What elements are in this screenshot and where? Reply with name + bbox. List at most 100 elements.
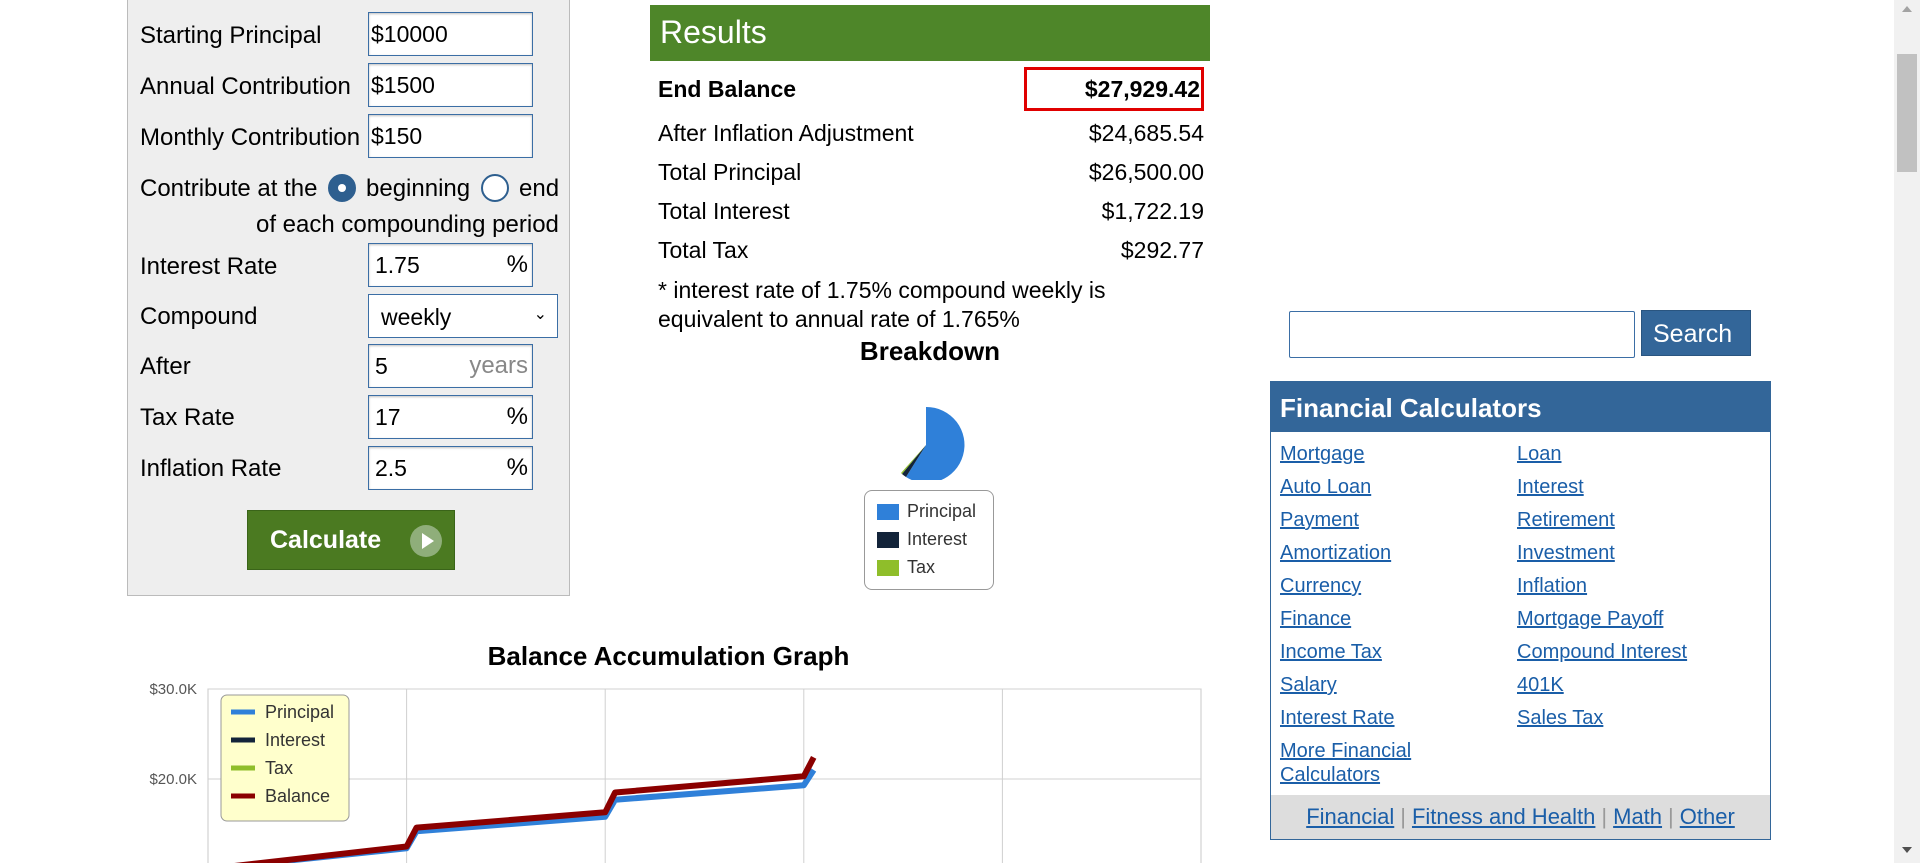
calculator-link[interactable]: Loan <box>1517 442 1562 466</box>
chevron-down-icon: ⌄ <box>533 306 547 323</box>
breakdown-title: Breakdown <box>859 336 1001 366</box>
contribute-at-label: Contribute at the <box>140 175 318 202</box>
legend-label: Interest <box>907 529 968 549</box>
graph-legend: Principal Interest Tax Balance <box>220 694 350 822</box>
compound-select[interactable]: weekly ⌄ <box>368 294 558 338</box>
result-label: Total Principal <box>658 159 802 185</box>
calculator-link[interactable]: Currency <box>1280 574 1361 598</box>
calculator-link[interactable]: Amortization <box>1280 541 1391 565</box>
result-row: Total Tax $292.77 <box>658 237 1204 273</box>
contribute-end-radio[interactable] <box>481 174 509 202</box>
play-icon <box>410 525 442 557</box>
contribute-end-label: end <box>519 175 560 202</box>
result-value: $1,722.19 <box>1101 198 1204 224</box>
annual-contribution-input[interactable]: $1500 <box>368 63 533 107</box>
compound-value: weekly <box>381 304 452 330</box>
search-button[interactable]: Search <box>1641 310 1751 356</box>
percent-unit: % <box>506 403 528 430</box>
calculator-link[interactable]: Compound Interest <box>1517 640 1687 664</box>
calculate-button[interactable]: Calculate <box>247 510 455 570</box>
calculator-link[interactable]: Interest <box>1517 475 1584 499</box>
calculator-form-panel: Starting Principal $10000 Annual Contrib… <box>127 0 570 596</box>
after-years-input[interactable]: 5 years <box>368 344 533 388</box>
calculator-link[interactable]: 401K <box>1517 673 1564 697</box>
category-link[interactable]: Financial <box>1306 804 1394 829</box>
calculator-link[interactable]: More Financial <box>1280 739 1411 763</box>
result-row: Total Interest $1,722.19 <box>658 198 1204 234</box>
tax-rate-label: Tax Rate <box>140 404 235 431</box>
inflation-rate-value: 2.5 <box>375 455 407 481</box>
calculator-link[interactable]: Investment <box>1517 541 1615 565</box>
category-link[interactable]: Math <box>1613 804 1662 829</box>
category-link[interactable]: Other <box>1680 804 1735 829</box>
calculator-link[interactable]: Income Tax <box>1280 640 1382 664</box>
after-value: 5 <box>375 353 388 379</box>
result-value: $292.77 <box>1120 237 1204 263</box>
inflation-rate-input[interactable]: 2.5 % <box>368 446 533 490</box>
calculator-link[interactable]: Salary <box>1280 673 1337 697</box>
balance-accumulation-graph: $30.0K$20.0K$10.0K PrincipalInterestTaxB… <box>149 681 1202 863</box>
monthly-contribution-input[interactable]: $150 <box>368 114 533 158</box>
category-link[interactable]: Fitness and Health <box>1412 804 1595 829</box>
calculator-link[interactable]: Calculators <box>1280 763 1380 787</box>
legend-label: Tax <box>907 557 936 577</box>
graph-legend-label: Tax <box>265 758 293 778</box>
result-value: $24,685.54 <box>1088 120 1204 146</box>
inflation-rate-label: Inflation Rate <box>140 455 282 482</box>
interest-rate-value: 1.75 <box>375 252 420 278</box>
legend-item: Principal <box>877 501 976 522</box>
calculator-link[interactable]: Finance <box>1280 607 1351 631</box>
scroll-up-arrow-icon[interactable] <box>1902 6 1912 12</box>
contribute-beginning-radio[interactable] <box>328 174 356 202</box>
end-balance-label: End Balance <box>658 76 797 102</box>
scroll-down-arrow-icon[interactable] <box>1902 847 1912 853</box>
financial-calculators-box: Financial Calculators Mortgage Auto Loan P… <box>1270 381 1771 840</box>
search-button-label: Search <box>1653 320 1733 348</box>
interest-rate-label: Interest Rate <box>140 253 278 280</box>
legend-label: Principal <box>907 501 977 521</box>
result-label: After Inflation Adjustment <box>658 120 914 146</box>
calculator-link[interactable]: Retirement <box>1517 508 1615 532</box>
calculator-link[interactable]: Inflation <box>1517 574 1587 598</box>
legend-item: Tax <box>877 557 935 578</box>
result-row: After Inflation Adjustment $24,685.54 <box>658 120 1204 156</box>
calculator-link[interactable]: Auto Loan <box>1280 475 1371 499</box>
starting-principal-label: Starting Principal <box>140 22 322 49</box>
compounding-period-suffix: of each compounding period <box>256 211 559 238</box>
tax-rate-input[interactable]: 17 % <box>368 395 533 439</box>
interest-rate-input[interactable]: 1.75 % <box>368 243 533 287</box>
calculator-link[interactable]: Sales Tax <box>1517 706 1603 730</box>
calculator-link[interactable]: Mortgage Payoff <box>1517 607 1663 631</box>
breakdown-pie-chart <box>901 406 965 480</box>
calculator-link[interactable]: Interest Rate <box>1280 706 1395 730</box>
y-axis-ticks: $30.0K$20.0K$10.0K <box>149 681 197 863</box>
starting-principal-input[interactable]: $10000 <box>368 12 533 56</box>
contribute-beginning-label: beginning <box>366 175 471 202</box>
result-label: Total Interest <box>658 198 790 224</box>
breakdown-legend: Principal Interest Tax <box>864 490 994 590</box>
graph-title: Balance Accumulation Graph <box>487 641 850 671</box>
legend-item: Interest <box>877 529 967 550</box>
calculator-link[interactable]: Mortgage <box>1280 442 1365 466</box>
category-footer: Financial | Fitness and Health | Math | Other <box>1271 795 1770 839</box>
scrollbar-thumb[interactable] <box>1897 54 1917 172</box>
calculator-link[interactable]: Payment <box>1280 508 1359 532</box>
percent-unit: % <box>506 454 528 481</box>
monthly-contribution-value: $150 <box>371 123 423 149</box>
rate-note-line: * interest rate of 1.75% compound weekly… <box>658 277 1106 303</box>
graph-legend-label: Interest <box>265 730 325 750</box>
legend-swatch <box>877 532 899 549</box>
calculate-label: Calculate <box>270 526 382 554</box>
monthly-contribution-label: Monthly Contribution <box>140 124 361 151</box>
result-value: $26,500.00 <box>1088 159 1204 185</box>
pie-slice-principal <box>906 406 965 480</box>
vertical-scrollbar[interactable] <box>1894 0 1920 863</box>
financial-calculators-header: Financial Calculators <box>1271 382 1770 432</box>
legend-swatch <box>877 504 899 521</box>
search-input[interactable] <box>1289 311 1635 358</box>
after-label: After <box>140 353 191 380</box>
end-balance-highlight <box>1024 67 1204 111</box>
compound-label: Compound <box>140 303 258 330</box>
rate-note: * interest rate of 1.75% compound weekly… <box>658 276 1178 334</box>
years-unit: years <box>469 352 528 379</box>
